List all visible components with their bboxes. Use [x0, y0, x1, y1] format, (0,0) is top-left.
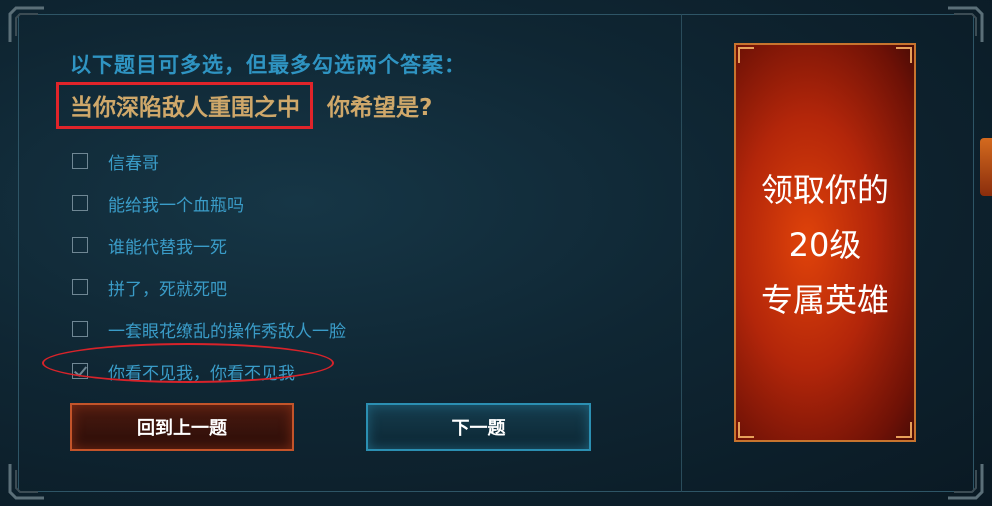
quiz-panel: 以下题目可多选，但最多勾选两个答案： 当你深陷敌人重围之中 你希望是? 信春哥 …	[0, 0, 992, 506]
corner-ornament-icon	[8, 462, 46, 500]
prev-question-button[interactable]: 回到上一题	[70, 403, 294, 451]
option-1[interactable]: 信春哥	[72, 140, 346, 182]
option-checkbox[interactable]	[72, 321, 88, 337]
question-rest: 你希望是?	[327, 95, 433, 121]
banner-corner-icon	[896, 47, 912, 63]
banner-corner-icon	[896, 422, 912, 438]
promo-line-3: 专属英雄	[760, 281, 889, 319]
option-label: 信春哥	[108, 153, 159, 174]
option-checkbox[interactable]	[72, 237, 88, 253]
option-4[interactable]: 拼了，死就死吧	[72, 266, 346, 308]
promo-line-2: 20级	[788, 226, 862, 264]
annotation-ellipse	[42, 343, 334, 383]
option-checkbox[interactable]	[72, 153, 88, 169]
next-question-button[interactable]: 下一题	[366, 403, 591, 451]
corner-ornament-icon	[8, 6, 46, 44]
promo-text: 领取你的 20级 专属英雄	[736, 163, 914, 328]
banner-corner-icon	[738, 47, 754, 63]
corner-ornament-icon	[946, 6, 984, 44]
option-checkbox[interactable]	[72, 279, 88, 295]
option-3[interactable]: 谁能代替我一死	[72, 224, 346, 266]
option-label: 拼了，死就死吧	[108, 279, 227, 300]
promo-banner[interactable]: 领取你的 20级 专属英雄	[734, 43, 916, 442]
corner-ornament-icon	[946, 462, 984, 500]
option-2[interactable]: 能给我一个血瓶吗	[72, 182, 346, 224]
option-label: 一套眼花缭乱的操作秀敌人一脸	[108, 321, 346, 342]
panel-divider	[681, 14, 682, 492]
banner-corner-icon	[738, 422, 754, 438]
side-tab-handle[interactable]	[980, 138, 992, 196]
option-label: 谁能代替我一死	[108, 237, 227, 258]
question-highlight: 当你深陷敌人重围之中	[56, 81, 313, 129]
quiz-instruction: 以下题目可多选，但最多勾选两个答案：	[70, 53, 466, 77]
option-label: 能给我一个血瓶吗	[108, 195, 244, 216]
question-title: 当你深陷敌人重围之中 你希望是?	[56, 81, 433, 129]
promo-line-1: 领取你的	[760, 171, 889, 209]
option-checkbox[interactable]	[72, 195, 88, 211]
